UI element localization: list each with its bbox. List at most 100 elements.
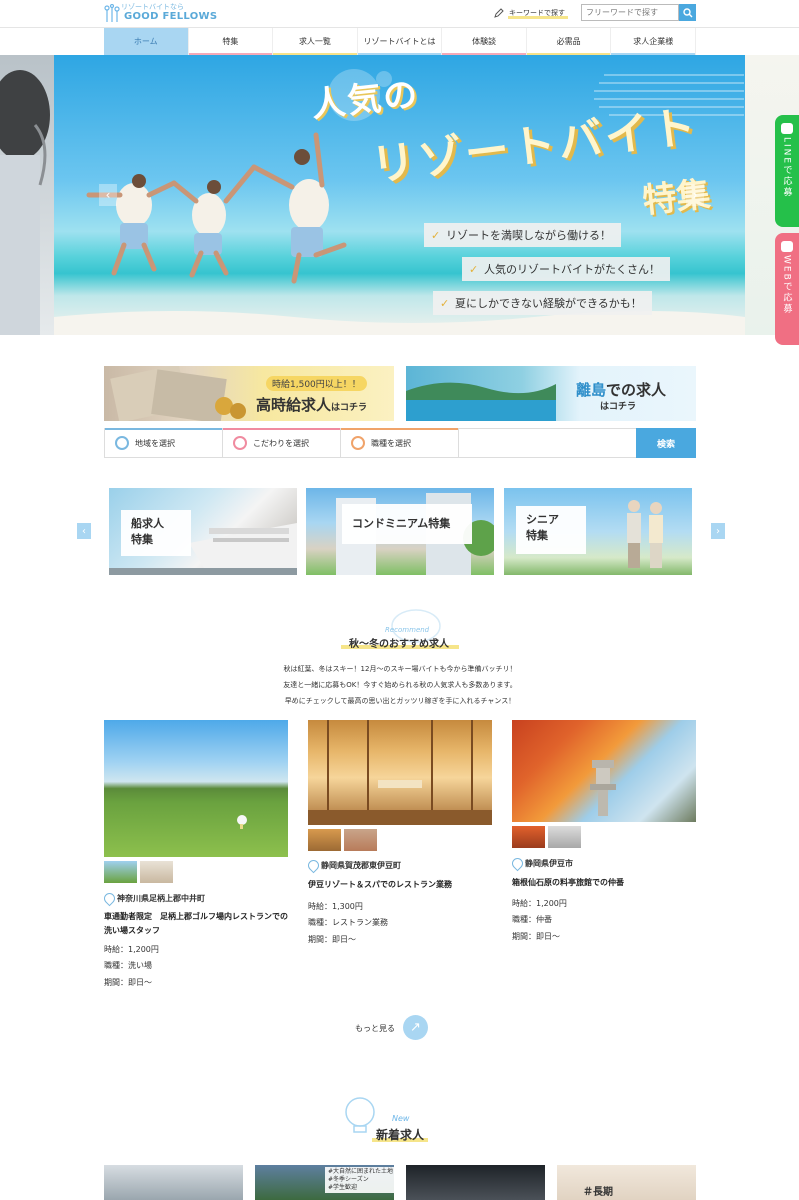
preference-select-button[interactable]: こだわりを選択 [223,428,341,457]
pencil-icon [494,8,504,18]
job-thumbnail[interactable] [344,829,377,851]
line-apply-label: LINEで応募 [781,137,792,199]
job-period: 期間：即日〜 [104,977,152,987]
job-wage: 時給：1,300円 [308,902,363,911]
area-select-label: 地域を選択 [135,438,175,448]
nav-item-features[interactable]: 特集 [188,28,274,55]
job-type-select-label: 職種を選択 [371,438,411,448]
nav-item-essentials[interactable]: 必需品 [526,28,612,55]
job-type: 職種：レストラン業務 [308,918,388,928]
job-photo-restaurant [308,720,492,825]
high-pay-jobs-banner[interactable]: 時給1,500円以上！！ 高時給求人はコチラ [104,366,394,421]
web-apply-tab[interactable]: WEBで応募 [775,233,799,345]
hero-bullet: 人気のリゾートバイトがたくさん！ [462,257,670,281]
island-suffix: はコチラ [600,402,637,412]
job-thumbnail[interactable] [548,826,581,848]
chat-heart-icon [233,436,247,450]
recommend-description-line2: 友達と一緒に応募もOK！今すぐ始められる秋の人気求人も多数あります。 [283,681,517,689]
feature-ship-label: 船求人 特集 [121,510,191,556]
feature-next-arrow-icon[interactable]: › [711,523,725,539]
new-job-tags: #大自然に囲まれた土地 #冬季シーズン #学生歓迎 [325,1167,394,1194]
golf-ball-illustration [237,815,247,829]
feature-ship-text: 船求人 特集 [131,517,164,546]
job-location: 静岡県伊豆市 [512,858,573,869]
job-title[interactable]: 箱根仙石原の料亭旅館での仲番 [512,876,696,890]
job-period: 期間：即日〜 [512,931,560,941]
job-type: 職種：仲番 [512,915,552,925]
person-photo-partial [0,70,50,335]
job-meta: 時給：1,300円 職種：レストラン業務 期間：即日〜 [308,899,388,948]
feature-senior-label: シニア 特集 [516,506,586,554]
line-chat-icon [781,123,793,134]
job-meta: 時給：1,200円 職種：洗い場 期間：即日〜 [104,942,159,991]
recommend-description-line3: 早めにチェックして最高の思い出とガッツリ稼ぎを手に入れるチャンス！ [284,697,516,705]
more-link-label[interactable]: もっと見る [355,1023,395,1034]
search-button[interactable] [679,4,696,21]
feature-card-senior[interactable]: シニア 特集 [504,488,692,575]
high-pay-suffix: はコチラ [331,403,368,413]
area-select-button[interactable]: 地域を選択 [105,428,223,457]
feature-prev-arrow-icon[interactable]: ‹ [77,523,91,539]
new-job-tag: ＃長期 [583,1187,613,1198]
logo[interactable]: リゾートバイトなら GOOD FELLOWS [104,2,218,24]
new-job-thumbnail[interactable] [406,1165,545,1200]
new-en-label: New [392,1114,410,1123]
job-type-select-button[interactable]: 職種を選択 [341,428,459,457]
job-photo-autumn [512,720,696,822]
nav-item-for-companies[interactable]: 求人企業様 [611,28,697,55]
hero-prev-arrow-icon[interactable]: ‹ [99,184,117,206]
recommend-en-label: Recommend [385,626,430,634]
badge-icon [351,436,365,450]
nav-item-job-list[interactable]: 求人一覧 [273,28,358,55]
hero-next-arrow-icon[interactable]: › [686,184,704,206]
new-job-thumbnail[interactable] [104,1165,243,1200]
job-title[interactable]: 車通勤者限定 足柄上郡ゴルフ場内レストランでの洗い場スタッフ [104,910,288,937]
more-arrow-icon[interactable]: ↗ [403,1015,428,1040]
freeword-search-input[interactable] [581,4,679,21]
feature-card-ship[interactable]: 船求人 特集 [109,488,297,575]
logo-name: GOOD FELLOWS [124,11,218,22]
mail-icon [781,241,793,252]
feature-card-condominium[interactable]: コンドミニアム特集 [306,488,494,575]
nav-item-home[interactable]: ホーム [104,28,189,55]
job-location: 神奈川県足柄上郡中井町 [104,893,205,904]
job-title[interactable]: 伊豆リゾート＆スパでのレストラン業務 [308,878,492,892]
restaurant-interior-illustration [308,720,492,825]
hero-bullet: リゾートを満喫しながら働ける！ [424,223,621,247]
feature-condo-label: コンドミニアム特集 [342,504,472,544]
logo-icon [104,4,120,22]
preference-select-label: こだわりを選択 [253,438,309,448]
search-icon [682,7,692,17]
new-jobs-section-title: 新着求人 [375,1128,424,1142]
new-job-tag: #学生歓迎 [328,1184,358,1192]
job-thumbnail[interactable] [308,829,341,851]
feature-condo-text: コンドミニアム特集 [352,517,451,531]
global-nav: ホーム 特集 求人一覧 リゾートバイトとは 体験談 必需品 求人企業様 [104,28,697,55]
high-pay-title-main: 高時給求人 [256,396,332,414]
nav-item-experiences[interactable]: 体験談 [442,28,527,55]
new-job-tag: #大自然に囲まれた土地 [328,1168,394,1175]
money-illustration [110,366,246,421]
job-location: 静岡県賀茂郡東伊豆町 [308,860,401,871]
island-illustration [406,382,556,421]
keyword-search-label: キーワードで探す [494,6,576,20]
job-thumbnail[interactable] [140,861,173,883]
recommend-description-line1: 秋は紅葉、冬はスキー！12月〜のスキー場バイトも今から準備バッチリ！ [283,665,517,673]
nav-item-about-resort-job[interactable]: リゾートバイトとは [357,28,443,55]
island-title-rest: での求人 [606,381,667,399]
job-photo-golf [104,720,288,857]
job-meta: 時給：1,200円 職種：仲番 期間：即日〜 [512,896,567,945]
remote-island-jobs-banner[interactable]: 離島での求人 はコチラ [406,366,696,421]
hero-prev-slide-preview[interactable] [0,55,54,335]
job-wage: 時給：1,200円 [512,899,567,908]
line-apply-tab[interactable]: LINEで応募 [775,115,799,227]
job-thumbnail[interactable] [512,826,545,848]
stone-lantern-illustration [590,760,616,816]
filter-search-button[interactable]: 検索 [636,428,696,458]
island-title-highlight: 離島 [576,381,607,399]
job-filter-bar: 地域を選択 こだわりを選択 職種を選択 [104,428,696,458]
new-job-thumbnail[interactable]: ＃長期 [557,1165,696,1200]
job-thumbnail[interactable] [104,861,137,883]
new-job-thumbnail[interactable]: #大自然に囲まれた土地 #冬季シーズン #学生歓迎 [255,1165,394,1200]
new-job-tag: #冬季シーズン [328,1176,369,1184]
